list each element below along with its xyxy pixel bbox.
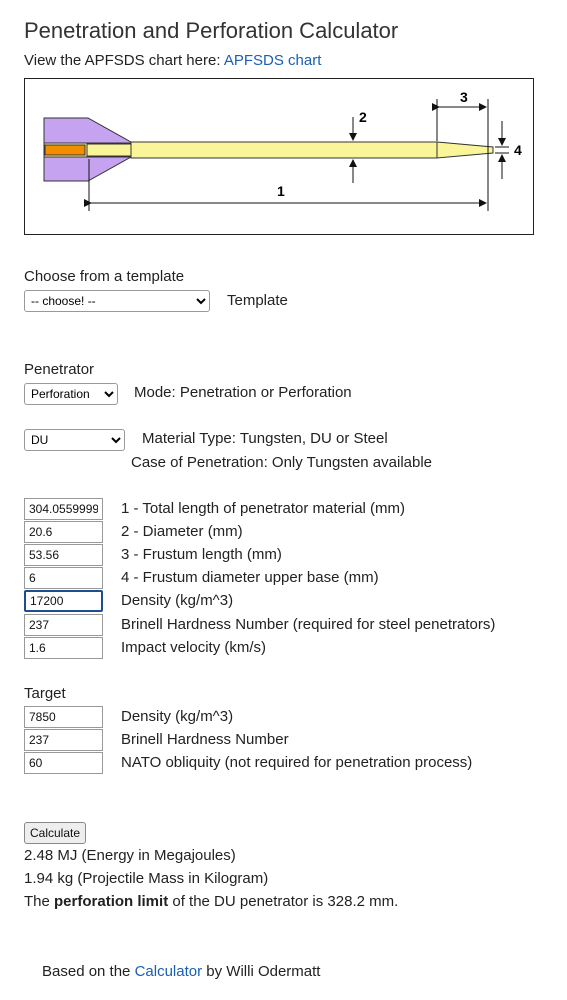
target-hardness-label: Brinell Hardness Number [121, 731, 289, 748]
penetrator-density-label: Density (kg/m^3) [121, 592, 234, 609]
target-hardness-input[interactable] [24, 729, 103, 751]
sleeve-shape [86, 143, 132, 157]
material-note: Case of Penetration: Only Tungsten avail… [131, 454, 433, 471]
template-label: Template [227, 292, 288, 309]
mode-select[interactable]: Perforation [24, 383, 118, 405]
calculator-link[interactable]: Calculator [135, 963, 203, 980]
frustum-length-input[interactable] [24, 544, 103, 566]
footer-suffix: by Willi Odermatt [202, 963, 321, 980]
total-length-label: 1 - Total length of penetrator material … [121, 500, 406, 517]
footer-prefix: Based on the [42, 963, 135, 980]
dimension-4-label: 4 [514, 142, 522, 158]
template-select[interactable]: -- choose! -- [24, 290, 210, 312]
frustum-length-label: 3 - Frustum length (mm) [121, 546, 282, 563]
perforation-result-prefix: The [24, 893, 55, 910]
perforation-result-suffix: of the DU penetrator is 328.2 mm. [168, 893, 399, 910]
apfsds-chart-link[interactable]: APFSDS chart [224, 52, 322, 69]
penetrator-drawing: 1 2 3 4 [43, 89, 522, 211]
penetrator-density-input[interactable] [24, 590, 103, 612]
chart-link-line: View the APFSDS chart here: APFSDS chart [24, 52, 321, 69]
perforation-result: The perforation limit of the DU penetrat… [24, 893, 398, 910]
page-title: Penetration and Perforation Calculator [24, 18, 399, 43]
mode-label: Mode: Penetration or Perforation [134, 384, 352, 401]
frustum-shape [436, 141, 494, 159]
material-label: Material Type: Tungsten, DU or Steel [142, 430, 388, 447]
target-heading: Target [24, 685, 66, 702]
diameter-input[interactable] [24, 521, 103, 543]
mass-result: 1.94 kg (Projectile Mass in Kilogram) [24, 870, 269, 887]
obliquity-input[interactable] [24, 752, 103, 774]
energy-result: 2.48 MJ (Energy in Megajoules) [24, 847, 236, 864]
chart-link-prefix: View the APFSDS chart here: [24, 52, 224, 69]
penetrator-diagram: 1 2 3 4 [24, 78, 534, 235]
core-insert [44, 144, 86, 156]
total-length-input[interactable] [24, 498, 103, 520]
footer: Based on the Calculator by Willi Odermat… [42, 963, 320, 980]
frustum-diameter-input[interactable] [24, 567, 103, 589]
target-density-input[interactable] [24, 706, 103, 728]
diameter-label: 2 - Diameter (mm) [121, 523, 243, 540]
material-select[interactable]: DU [24, 429, 125, 451]
impact-velocity-input[interactable] [24, 637, 103, 659]
penetrator-hardness-label: Brinell Hardness Number (required for st… [121, 616, 496, 633]
dimension-2-label: 2 [359, 109, 367, 125]
calculate-button[interactable]: Calculate [24, 822, 87, 844]
impact-velocity-label: Impact velocity (km/s) [121, 639, 267, 656]
dimension-3-label: 3 [460, 89, 468, 105]
penetrator-heading: Penetrator [24, 361, 95, 378]
perforation-limit-term: perforation limit [54, 893, 169, 910]
penetrator-hardness-input[interactable] [24, 614, 103, 636]
rod-body [130, 141, 438, 159]
frustum-diameter-label: 4 - Frustum diameter upper base (mm) [121, 569, 379, 586]
target-density-label: Density (kg/m^3) [121, 708, 234, 725]
template-heading: Choose from a template [24, 268, 185, 285]
dimension-1-label: 1 [277, 183, 285, 199]
obliquity-label: NATO obliquity (not required for penetra… [121, 754, 473, 771]
